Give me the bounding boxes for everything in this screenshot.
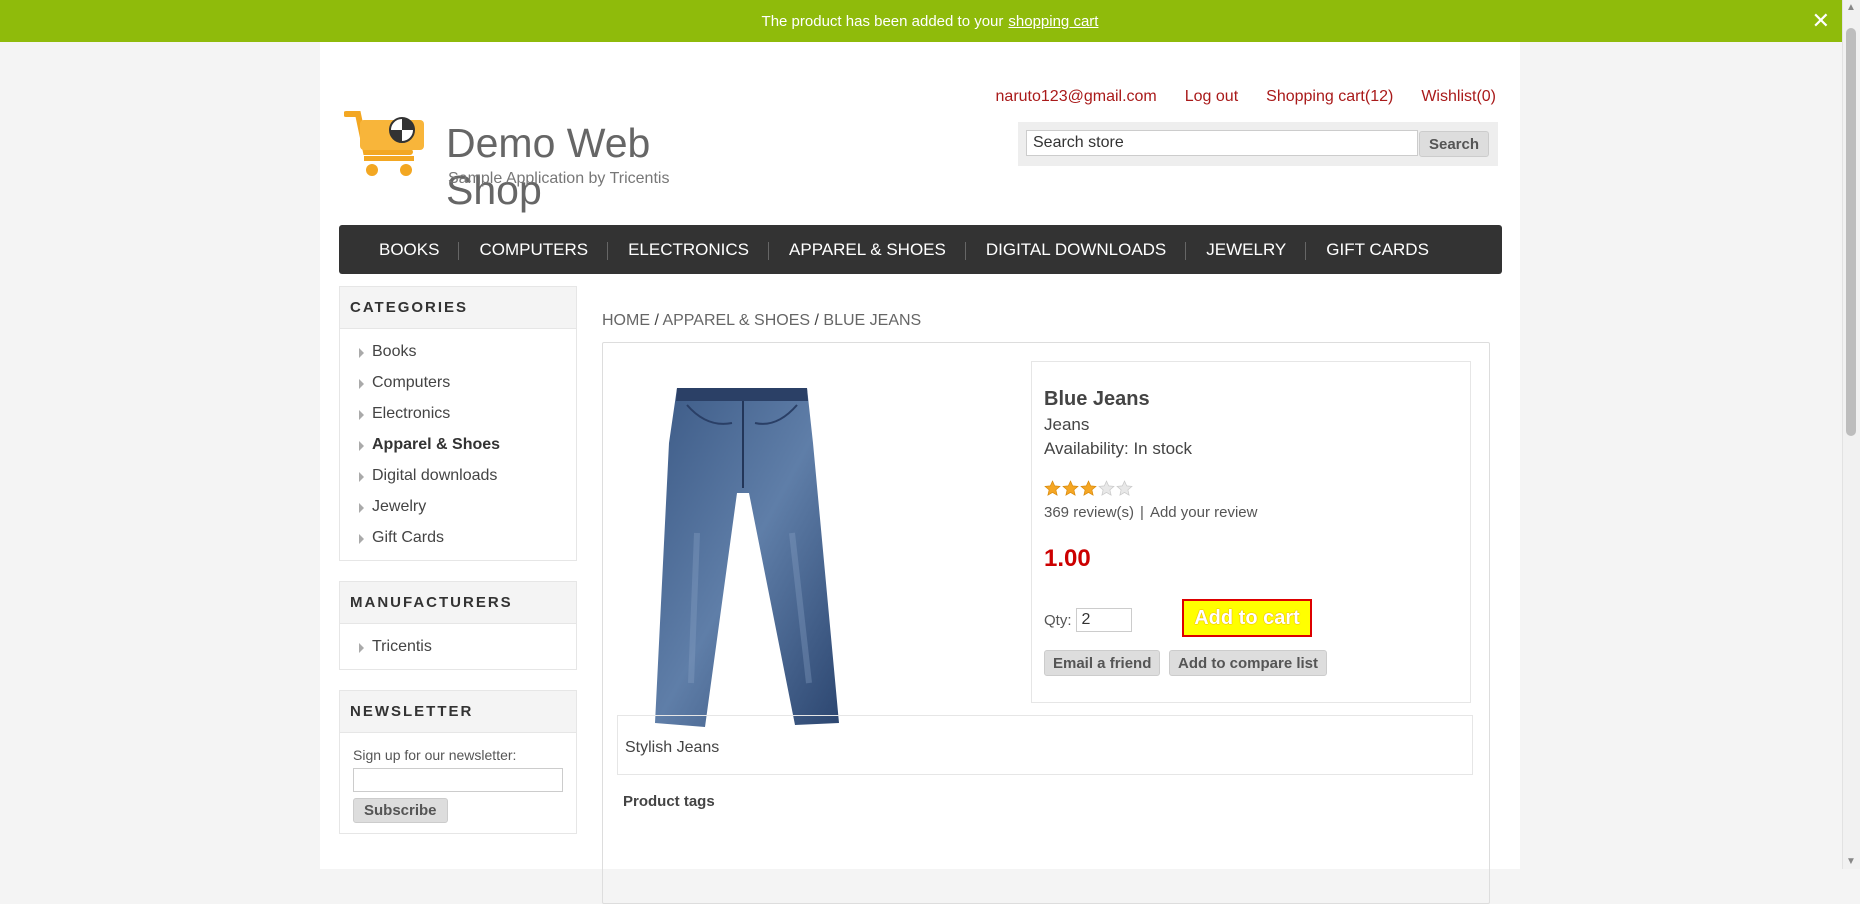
- full-description: Stylish Jeans: [617, 715, 1473, 775]
- product-overview: Blue Jeans Jeans Availability: In stock …: [1031, 361, 1471, 703]
- category-item[interactable]: Electronics: [340, 399, 576, 430]
- product-availability: Availability: In stock: [1044, 439, 1193, 458]
- product-reviews: 369 review(s) | Add your review: [1044, 504, 1264, 521]
- star-empty-icon: [1098, 480, 1115, 496]
- scrollbar-thumb[interactable]: [1846, 28, 1856, 436]
- review-count[interactable]: 369 review(s): [1044, 504, 1134, 521]
- manufacturers-list: Tricentis: [340, 624, 576, 669]
- category-item[interactable]: Apparel & Shoes: [340, 430, 576, 461]
- shopping-cart-header-link[interactable]: Shopping cart(12): [1266, 88, 1393, 106]
- top-menu: BOOKS COMPUTERS ELECTRONICS APPAREL & SHOES…: [339, 225, 1502, 274]
- menu-item-computers[interactable]: COMPUTERS: [458, 240, 608, 260]
- email-friend-button[interactable]: Email a friend: [1044, 650, 1161, 676]
- notification-bar: The product has been added to your shopp…: [0, 0, 1860, 42]
- product-name: Blue Jeans: [1044, 388, 1150, 410]
- category-item[interactable]: Gift Cards: [340, 523, 576, 554]
- category-item[interactable]: Computers: [340, 368, 576, 399]
- add-to-compare-button[interactable]: Add to compare list: [1169, 650, 1328, 676]
- star-filled-icon: [1080, 480, 1097, 496]
- cart-logo-icon: [344, 111, 424, 176]
- menu-item-apparel-shoes[interactable]: APPAREL & SHOES: [768, 240, 966, 260]
- site-tagline: Sample Application by Tricentis: [448, 170, 670, 187]
- rating-stars: [1044, 480, 1133, 497]
- breadcrumb-current: BLUE JEANS: [823, 312, 922, 329]
- header-links: naruto123@gmail.com Log out Shopping car…: [996, 88, 1496, 106]
- menu-item-electronics[interactable]: ELECTRONICS: [607, 240, 769, 260]
- page-scrollbar[interactable]: ▲ ▼: [1842, 0, 1860, 869]
- categories-list: Books Computers Electronics Apparel & Shoes…: [340, 329, 576, 560]
- scroll-up-icon[interactable]: ▲: [1846, 2, 1856, 13]
- account-link[interactable]: naruto123@gmail.com: [996, 88, 1157, 106]
- newsletter-email-input[interactable]: [353, 768, 563, 792]
- breadcrumb-category[interactable]: APPAREL & SHOES: [662, 312, 810, 329]
- review-separator: |: [1140, 504, 1144, 521]
- product-tags-label: Product tags: [623, 793, 715, 810]
- manufacturers-title: MANUFACTURERS: [340, 582, 576, 624]
- product-price: 1.00: [1044, 545, 1091, 572]
- qty-label: Qty:: [1044, 611, 1072, 629]
- scroll-down-icon[interactable]: ▼: [1846, 856, 1856, 867]
- manufacturers-block: MANUFACTURERS Tricentis: [339, 581, 577, 670]
- category-item[interactable]: Digital downloads: [340, 461, 576, 492]
- wishlist-link[interactable]: Wishlist(0): [1421, 88, 1496, 106]
- search-input[interactable]: [1026, 130, 1418, 156]
- site-name: Demo Web Shop: [446, 120, 651, 213]
- newsletter-label: Sign up for our newsletter:: [353, 747, 517, 763]
- sidebar: CATEGORIES Books Computers Electronics Appa…: [339, 286, 577, 854]
- menu-item-gift-cards[interactable]: GIFT CARDS: [1305, 240, 1449, 260]
- shopping-cart-link[interactable]: shopping cart: [1008, 13, 1098, 30]
- newsletter-title: NEWSLETTER: [340, 691, 576, 733]
- menu-item-digital-downloads[interactable]: DIGITAL DOWNLOADS: [964, 240, 1186, 260]
- close-icon[interactable]: ✕: [1812, 10, 1830, 32]
- product-details: Blue Jeans Jeans Availability: In stock …: [602, 342, 1490, 904]
- category-item[interactable]: Jewelry: [340, 492, 576, 523]
- breadcrumb: HOME / APPAREL & SHOES / BLUE JEANS: [602, 312, 921, 330]
- category-item[interactable]: Books: [340, 337, 576, 368]
- star-filled-icon: [1062, 480, 1079, 496]
- master-wrapper: Demo Web Shop Sample Application by Tric…: [320, 42, 1520, 904]
- product-short-description: Jeans: [1044, 415, 1090, 434]
- notification-text: The product has been added to your: [761, 12, 1004, 30]
- breadcrumb-home[interactable]: HOME: [602, 312, 650, 329]
- breadcrumb-separator: /: [650, 312, 663, 329]
- newsletter-block: NEWSLETTER Sign up for our newsletter: S…: [339, 690, 577, 834]
- add-to-cart-button[interactable]: Add to cart: [1182, 599, 1312, 637]
- logout-link[interactable]: Log out: [1185, 88, 1238, 106]
- breadcrumb-separator: /: [810, 312, 824, 329]
- quantity-area: Qty:: [1044, 608, 1132, 632]
- star-filled-icon: [1044, 480, 1061, 496]
- menu-item-books[interactable]: BOOKS: [359, 240, 459, 260]
- star-empty-icon: [1116, 480, 1133, 496]
- add-review-link[interactable]: Add your review: [1150, 504, 1258, 521]
- subscribe-button[interactable]: Subscribe: [353, 798, 448, 823]
- product-image[interactable]: [617, 383, 867, 738]
- manufacturer-item[interactable]: Tricentis: [340, 632, 576, 663]
- quantity-input[interactable]: [1075, 608, 1132, 632]
- logo[interactable]: Demo Web Shop Sample Application by Tric…: [344, 82, 744, 213]
- categories-title: CATEGORIES: [340, 287, 576, 329]
- menu-item-jewelry[interactable]: JEWELRY: [1185, 240, 1306, 260]
- search-box: Search: [1018, 122, 1498, 166]
- categories-block: CATEGORIES Books Computers Electronics Appa…: [339, 286, 577, 561]
- search-button[interactable]: Search: [1419, 131, 1489, 157]
